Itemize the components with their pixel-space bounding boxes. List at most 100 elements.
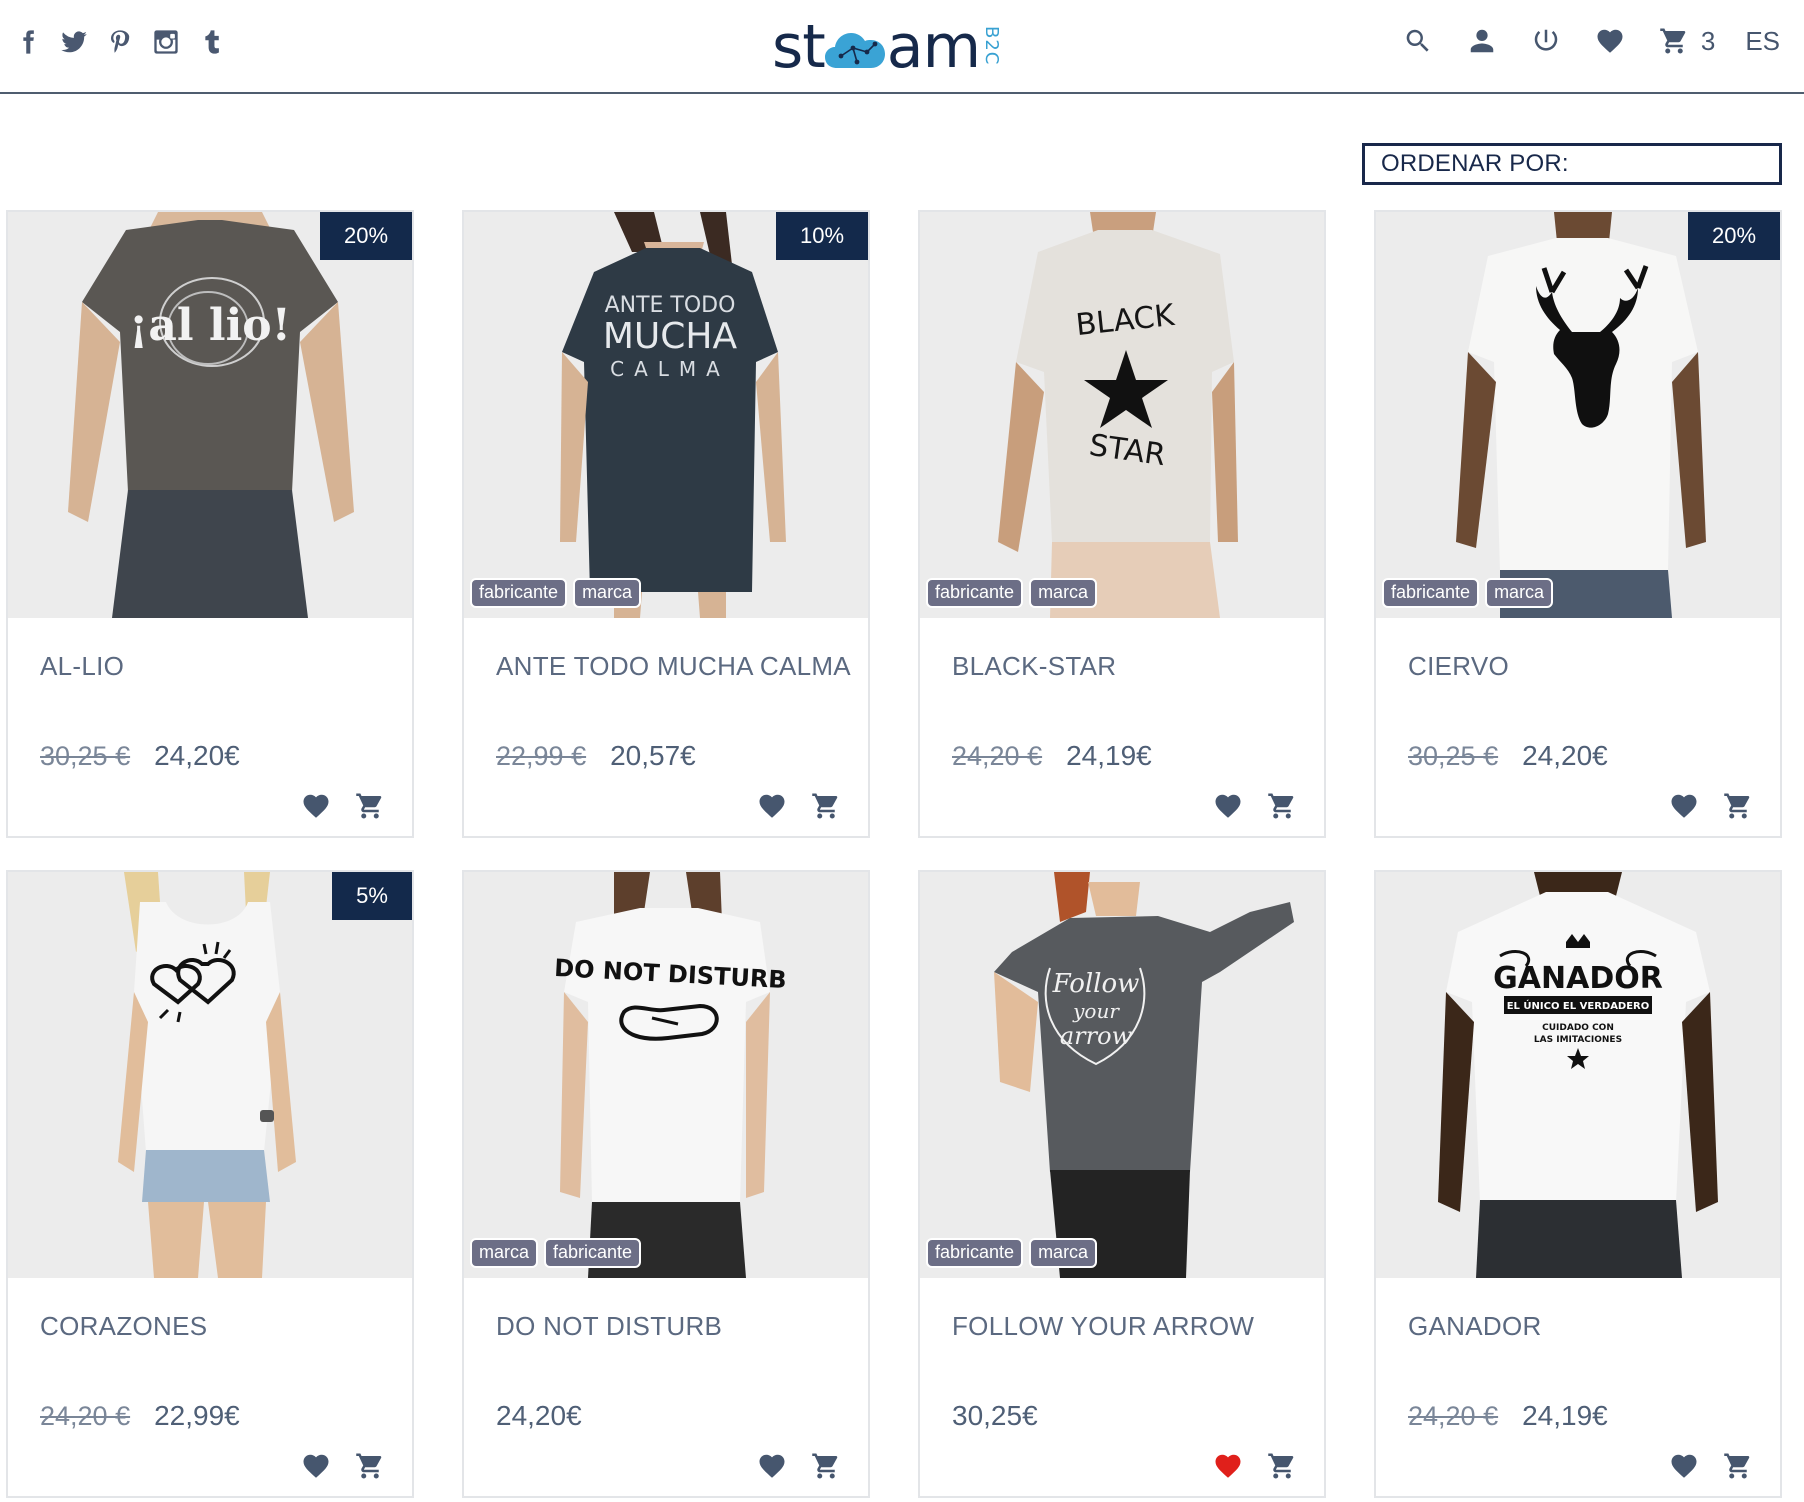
- cart-count[interactable]: 3: [1701, 26, 1715, 57]
- card-actions: [300, 1450, 386, 1482]
- current-price: 24,19€: [1066, 740, 1152, 771]
- add-to-cart-icon[interactable]: [810, 790, 842, 822]
- product-image[interactable]: 5%: [8, 872, 412, 1278]
- add-to-cart-icon[interactable]: [810, 1450, 842, 1482]
- old-price: 22,99 €: [496, 741, 587, 771]
- tag-badge[interactable]: fabricante: [1382, 578, 1480, 608]
- instagram-icon[interactable]: [152, 26, 180, 58]
- price-row: 30,25 € 24,20€: [40, 740, 240, 772]
- favorite-heart-icon-active[interactable]: [1212, 1450, 1244, 1482]
- product-name[interactable]: AL-LIO: [40, 646, 400, 686]
- price-row: 22,99 € 20,57€: [496, 740, 696, 772]
- old-price: 30,25 €: [1408, 741, 1499, 771]
- power-icon[interactable]: [1529, 24, 1563, 58]
- favorite-heart-icon[interactable]: [756, 1450, 788, 1482]
- current-price: 24,20€: [154, 740, 240, 771]
- tumblr-icon[interactable]: [198, 26, 226, 58]
- svg-text:LAS IMITACIONES: LAS IMITACIONES: [1534, 1035, 1622, 1045]
- top-header: st am B2C 3 ES: [0, 0, 1804, 94]
- logo-subtitle: B2C: [981, 26, 1003, 66]
- product-card[interactable]: 5% CORAZONES 24,20 € 22,99€: [6, 870, 414, 1498]
- discount-badge: 10%: [776, 212, 868, 260]
- price-row: 24,20€: [496, 1400, 582, 1432]
- product-name[interactable]: BLACK-STAR: [952, 646, 1312, 686]
- card-actions: [1212, 1450, 1298, 1482]
- price-row: 30,25€: [952, 1400, 1038, 1432]
- favorite-heart-icon[interactable]: [1212, 790, 1244, 822]
- product-image[interactable]: Follow your arrow fabricante marca: [920, 872, 1324, 1278]
- add-to-cart-icon[interactable]: [1266, 790, 1298, 822]
- language-selector[interactable]: ES: [1745, 26, 1780, 57]
- pinterest-icon[interactable]: [106, 26, 134, 58]
- add-to-cart-icon[interactable]: [354, 790, 386, 822]
- old-price: 24,20 €: [40, 1401, 131, 1431]
- favorite-heart-icon[interactable]: [756, 790, 788, 822]
- brand-logo[interactable]: st am B2C: [772, 10, 1002, 80]
- svg-text:Follow: Follow: [1052, 969, 1140, 999]
- tag-badge[interactable]: marca: [470, 1238, 539, 1268]
- card-actions: [756, 790, 842, 822]
- facebook-icon[interactable]: [14, 26, 42, 58]
- current-price: 24,20€: [496, 1400, 582, 1431]
- product-image[interactable]: GANADOR EL ÚNICO EL VERDADERO CUIDADO CO…: [1376, 872, 1780, 1278]
- tag-badge[interactable]: marca: [1029, 1238, 1098, 1268]
- sort-label: ORDENAR POR:: [1381, 150, 1569, 177]
- product-image[interactable]: ¡al lio! 20%: [8, 212, 412, 618]
- search-icon[interactable]: [1401, 24, 1435, 58]
- tag-badge[interactable]: marca: [1485, 578, 1554, 608]
- discount-badge: 5%: [332, 872, 412, 920]
- tag-badge[interactable]: fabricante: [470, 578, 568, 608]
- twitter-icon[interactable]: [60, 26, 88, 58]
- favorite-heart-icon[interactable]: [1668, 1450, 1700, 1482]
- heart-icon[interactable]: [1593, 24, 1627, 58]
- product-name[interactable]: FOLLOW YOUR ARROW: [952, 1306, 1312, 1346]
- current-price: 24,20€: [1522, 740, 1608, 771]
- tag-badge[interactable]: fabricante: [926, 1238, 1024, 1268]
- product-tags: fabricante marca: [470, 578, 642, 608]
- product-card[interactable]: DO NOT DISTURB marca fabricante DO NOT D…: [462, 870, 870, 1498]
- product-name[interactable]: ANTE TODO MUCHA CALMA: [496, 646, 856, 686]
- svg-text:CALMA: CALMA: [610, 357, 730, 381]
- add-to-cart-icon[interactable]: [1722, 790, 1754, 822]
- price-row: 24,20 € 24,19€: [952, 740, 1152, 772]
- add-to-cart-icon[interactable]: [1722, 1450, 1754, 1482]
- product-name[interactable]: CIERVO: [1408, 646, 1768, 686]
- product-card[interactable]: ANTE TODO MUCHA CALMA 10% fabricante mar…: [462, 210, 870, 838]
- product-card[interactable]: Follow your arrow fabricante marca FOLLO…: [918, 870, 1326, 1498]
- product-name[interactable]: DO NOT DISTURB: [496, 1306, 856, 1346]
- shirt-print: ¡al lio!: [129, 300, 291, 351]
- product-name[interactable]: GANADOR: [1408, 1306, 1768, 1346]
- price-row: 24,20 € 24,19€: [1408, 1400, 1608, 1432]
- tag-badge[interactable]: fabricante: [544, 1238, 642, 1268]
- product-card[interactable]: ¡al lio! 20% AL-LIO 30,25 € 24,20€: [6, 210, 414, 838]
- product-card[interactable]: 20% fabricante marca CIERVO 30,25 € 24,2…: [1374, 210, 1782, 838]
- card-actions: [756, 1450, 842, 1482]
- sort-dropdown[interactable]: ORDENAR POR:: [1362, 143, 1782, 185]
- cart-icon[interactable]: [1657, 24, 1691, 58]
- header-actions: 3 ES: [1401, 24, 1780, 58]
- tag-badge[interactable]: marca: [573, 578, 642, 608]
- favorite-heart-icon[interactable]: [300, 790, 332, 822]
- current-price: 24,19€: [1522, 1400, 1608, 1431]
- tag-badge[interactable]: marca: [1029, 578, 1098, 608]
- product-card[interactable]: GANADOR EL ÚNICO EL VERDADERO CUIDADO CO…: [1374, 870, 1782, 1498]
- product-image[interactable]: BLACK STAR fabricante marca: [920, 212, 1324, 618]
- add-to-cart-icon[interactable]: [354, 1450, 386, 1482]
- product-image[interactable]: ANTE TODO MUCHA CALMA 10% fabricante mar…: [464, 212, 868, 618]
- tag-badge[interactable]: fabricante: [926, 578, 1024, 608]
- card-actions: [1212, 790, 1298, 822]
- product-image[interactable]: DO NOT DISTURB marca fabricante: [464, 872, 868, 1278]
- price-row: 24,20 € 22,99€: [40, 1400, 240, 1432]
- product-name[interactable]: CORAZONES: [40, 1306, 400, 1346]
- favorite-heart-icon[interactable]: [1668, 790, 1700, 822]
- add-to-cart-icon[interactable]: [1266, 1450, 1298, 1482]
- price-row: 30,25 € 24,20€: [1408, 740, 1608, 772]
- product-card[interactable]: BLACK STAR fabricante marca BLACK-STAR 2…: [918, 210, 1326, 838]
- user-icon[interactable]: [1465, 24, 1499, 58]
- old-price: 24,20 €: [1408, 1401, 1499, 1431]
- cloud-logo-icon: [823, 18, 889, 76]
- card-actions: [1668, 1450, 1754, 1482]
- product-image[interactable]: 20% fabricante marca: [1376, 212, 1780, 618]
- old-price: 30,25 €: [40, 741, 131, 771]
- favorite-heart-icon[interactable]: [300, 1450, 332, 1482]
